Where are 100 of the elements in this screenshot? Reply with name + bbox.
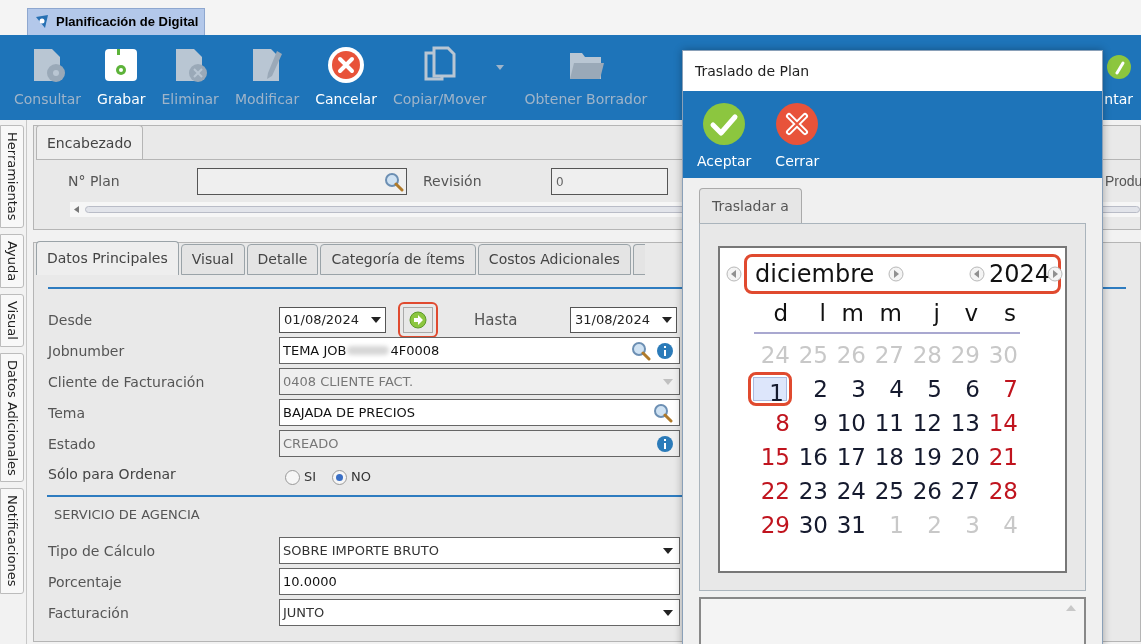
calendar-day[interactable]: 15 — [754, 440, 792, 474]
field-label: Revisión — [423, 172, 483, 191]
field-label: Sólo para Ordenar — [48, 465, 177, 483]
dropdown-caret-icon[interactable] — [371, 317, 381, 323]
tab[interactable]: Categoría de ítems — [320, 244, 476, 275]
calendar-day[interactable]: 19 — [906, 440, 944, 474]
search-icon[interactable] — [384, 171, 404, 192]
radio-button[interactable] — [332, 469, 348, 485]
calendar-day[interactable]: 5 — [906, 372, 944, 406]
check-icon — [703, 103, 746, 145]
dialog-button[interactable]: Aceptar — [697, 103, 752, 172]
calendar-day[interactable]: 18 — [868, 440, 906, 474]
date-field[interactable]: 31/08/2024 — [570, 307, 677, 333]
date-field[interactable]: 01/08/2024 — [279, 307, 386, 333]
calendar-day[interactable]: 13 — [944, 406, 982, 440]
tab[interactable]: Detalle — [246, 244, 319, 275]
month-label: diciembre — [755, 259, 875, 290]
calendar-day[interactable]: 22 — [754, 474, 792, 508]
calendar-day[interactable]: 26 — [906, 474, 944, 508]
calendar-day[interactable]: 6 — [944, 372, 982, 406]
calendar-day[interactable]: 16 — [792, 440, 830, 474]
side-tab[interactable]: Visual — [0, 293, 24, 347]
weekday-label: s — [1003, 299, 1017, 328]
dropdown-field[interactable]: JUNTO — [279, 599, 680, 626]
calendar-day[interactable]: 12 — [906, 406, 944, 440]
side-tab[interactable]: Ayuda — [0, 233, 24, 288]
radio-option[interactable]: NO — [332, 467, 372, 487]
weekday-label: d — [772, 299, 789, 328]
calendar-day[interactable]: 14 — [982, 406, 1020, 440]
search-icon[interactable] — [631, 340, 651, 361]
calendar-day[interactable]: 27 — [944, 474, 982, 508]
text-field[interactable]: 10.0000 — [279, 568, 680, 595]
panel-tab[interactable]: Trasladar a — [699, 188, 802, 223]
field-label: Facturación — [48, 603, 130, 622]
toolbar-button[interactable]: ntar — [1104, 45, 1133, 110]
calendar-day[interactable]: 10 — [830, 406, 868, 440]
previous-month-icon[interactable] — [726, 266, 742, 282]
calendar-day[interactable]: 4 — [868, 372, 906, 406]
next-year-icon[interactable] — [1047, 266, 1063, 282]
calendar-day[interactable]: 23 — [792, 474, 830, 508]
calendar-day[interactable]: 30 — [792, 508, 830, 542]
text-field[interactable]: TEMA JOB 4F0008 — [279, 337, 680, 364]
close-icon — [776, 103, 819, 145]
field-label: Desde — [48, 311, 94, 329]
arrow-right-icon — [409, 311, 427, 329]
calendar-day[interactable]: 3 — [830, 372, 868, 406]
info-icon[interactable] — [657, 342, 673, 359]
calendar-day[interactable]: 7 — [982, 372, 1020, 406]
plan-number-field[interactable] — [197, 168, 407, 195]
calendar-day[interactable]: 9 — [792, 406, 830, 440]
tab[interactable] — [632, 244, 645, 275]
dialog-title: Traslado de Plan — [695, 61, 810, 81]
side-tab[interactable]: Notificaciones — [0, 488, 24, 594]
notes-field[interactable] — [699, 597, 1086, 644]
weekday-label: m — [840, 299, 865, 328]
calendar-day[interactable]: 8 — [754, 406, 792, 440]
dialog-button[interactable]: Cerrar — [775, 103, 820, 172]
weekday-label: l — [818, 299, 827, 328]
calendar-day[interactable]: 21 — [982, 440, 1020, 474]
field-label: Produ — [1105, 172, 1141, 191]
side-tab[interactable]: Herramientas — [0, 125, 24, 228]
scroll-left-icon[interactable] — [74, 206, 79, 213]
weekday-label: v — [963, 299, 979, 328]
calendar-day[interactable]: 2 — [792, 372, 830, 406]
field-label: Cliente de Facturación — [48, 372, 206, 391]
revision-field[interactable]: 0 — [551, 168, 668, 195]
radio-button[interactable] — [285, 469, 300, 485]
section-title: SERVICIO DE AGENCIA — [54, 507, 201, 523]
field-label: N° Plan — [68, 172, 121, 191]
calendar-day[interactable]: 24 — [830, 474, 868, 508]
toolbar-button[interactable]: Cancelar — [309, 45, 383, 110]
weekday-label: m — [878, 299, 903, 328]
search-icon[interactable] — [653, 402, 673, 423]
radio-option[interactable]: SI — [285, 467, 317, 487]
calendar-day[interactable]: 28 — [982, 474, 1020, 508]
side-tab[interactable]: Datos Adicionales — [0, 352, 24, 483]
app-tab[interactable]: Planificación de Digital — [27, 8, 206, 35]
field-label: Jobnumber — [48, 341, 126, 360]
dropdown-caret-icon[interactable] — [663, 547, 673, 554]
cancel-icon — [326, 45, 367, 85]
panel-tab[interactable]: Encabezado — [36, 125, 143, 160]
calendar-day[interactable]: 20 — [944, 440, 982, 474]
calendar-day[interactable]: 17 — [830, 440, 868, 474]
calendar-day[interactable]: 29 — [754, 508, 792, 542]
dropdown-field[interactable]: SOBRE IMPORTE BRUTO — [279, 537, 680, 564]
dropdown-caret-icon[interactable] — [663, 609, 673, 616]
tab[interactable]: Costos Adicionales — [477, 244, 631, 275]
text-field[interactable]: BAJADA DE PRECIOS — [279, 399, 680, 426]
year-label: 2024 — [988, 259, 1050, 290]
toolbar-button[interactable]: Grabar — [91, 45, 152, 110]
next-month-icon[interactable] — [888, 266, 905, 282]
field-label: Porcentaje — [48, 572, 123, 591]
calendar-day[interactable]: 11 — [868, 406, 906, 440]
calendar-day[interactable]: 31 — [830, 508, 868, 542]
previous-year-icon[interactable] — [968, 266, 985, 282]
calendar-day[interactable]: 1 — [753, 377, 787, 401]
tab[interactable]: Visual — [180, 244, 245, 275]
dropdown-caret-icon[interactable] — [662, 317, 672, 323]
tab[interactable]: Datos Principales — [36, 241, 179, 275]
calendar-day[interactable]: 25 — [868, 474, 906, 508]
